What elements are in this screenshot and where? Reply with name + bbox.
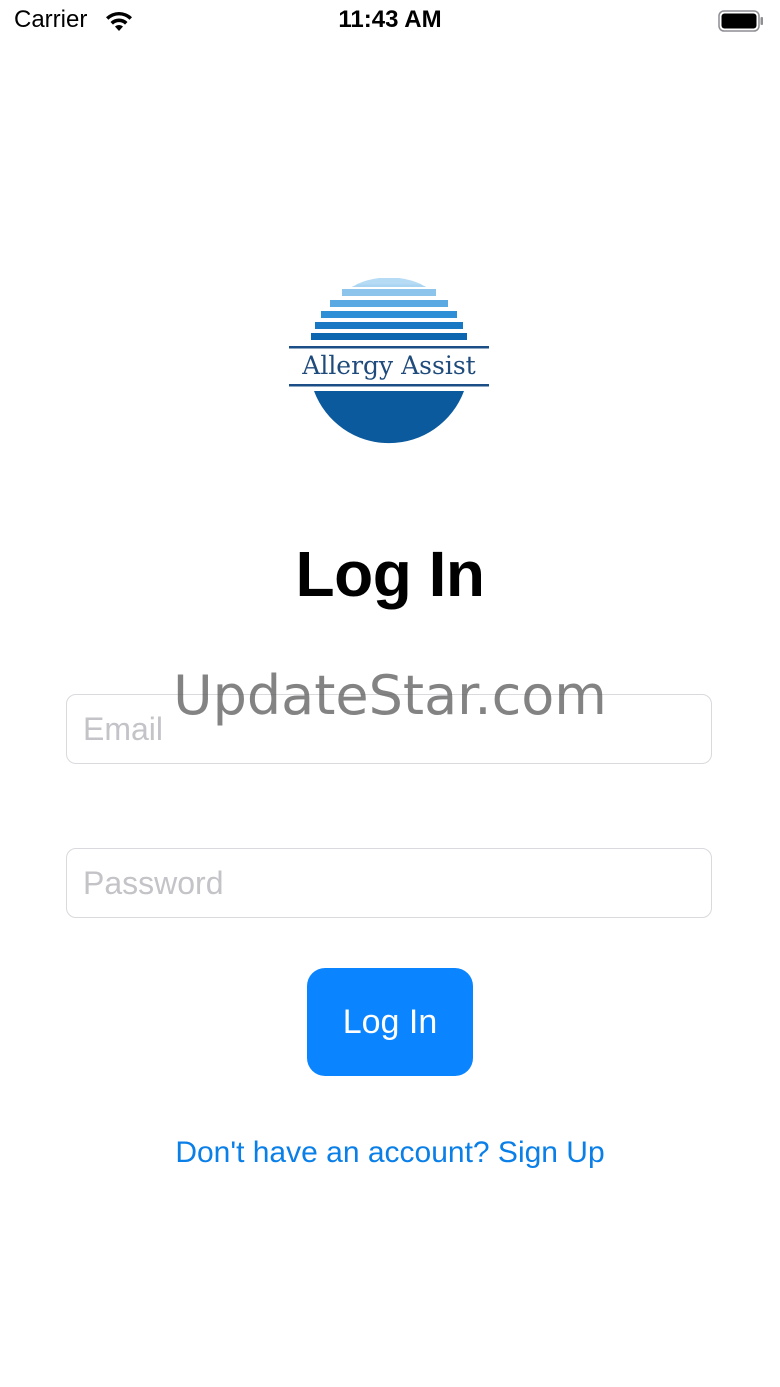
- email-input[interactable]: [67, 695, 711, 763]
- status-time: 11:43 AM: [338, 6, 442, 33]
- password-input[interactable]: [67, 849, 711, 917]
- allergy-assist-logo: Allergy Assist: [289, 278, 489, 444]
- password-field[interactable]: [66, 848, 712, 918]
- logo-text: Allergy Assist: [301, 351, 475, 380]
- signup-link[interactable]: Don't have an account? Sign Up: [0, 1136, 780, 1170]
- status-bar: Carrier 11:43 AM: [0, 0, 780, 44]
- email-field[interactable]: [66, 694, 712, 764]
- page-title: Log In: [295, 538, 485, 610]
- login-button[interactable]: Log In: [307, 968, 473, 1076]
- battery-icon: [718, 10, 763, 32]
